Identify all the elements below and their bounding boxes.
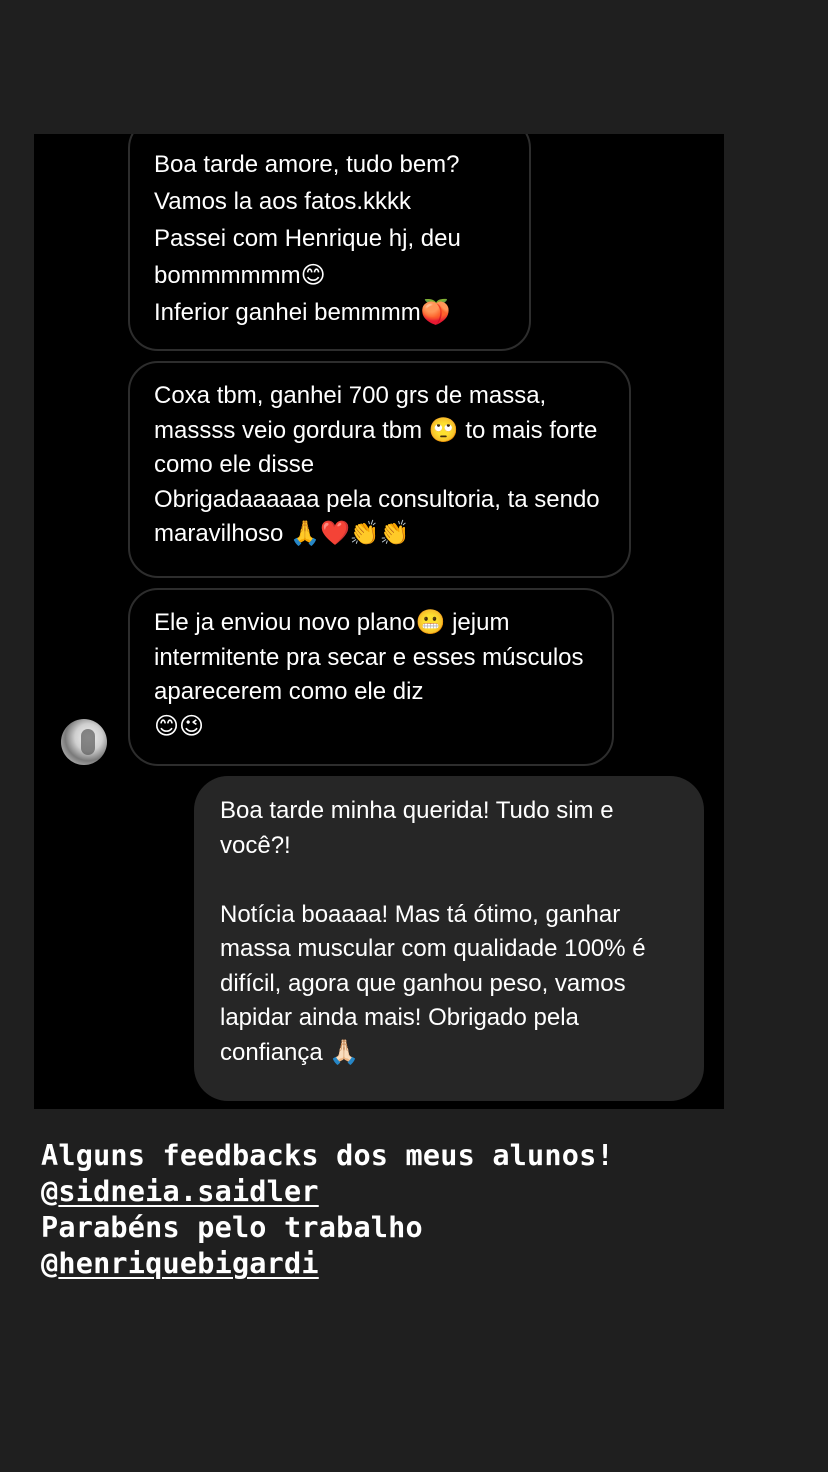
user-avatar[interactable] (61, 719, 107, 765)
incoming-message-bubble: Ele ja enviou novo plano😬 jejum intermit… (128, 588, 614, 766)
caption-mention-line: @henriquebigardi (41, 1246, 614, 1282)
at-sign: @ (41, 1247, 59, 1280)
mention-link-henrique[interactable]: henriquebigardi (58, 1247, 318, 1280)
at-sign: @ (41, 1175, 59, 1208)
caption-line: Parabéns pelo trabalho (41, 1211, 423, 1244)
incoming-message-bubble: Coxa tbm, ganhei 700 grs de massa, masss… (128, 361, 631, 578)
story-caption: Alguns feedbacks dos meus alunos! @sidne… (41, 1138, 614, 1282)
incoming-message-bubble: Boa tarde amore, tudo bem? Vamos la aos … (128, 134, 531, 351)
caption-line: Alguns feedbacks dos meus alunos! (41, 1139, 614, 1172)
mention-link-sidneia[interactable]: sidneia.saidler (58, 1175, 318, 1208)
caption-mention-line: @sidneia.saidler (41, 1174, 614, 1210)
chat-screenshot: Boa tarde amore, tudo bem? Vamos la aos … (34, 134, 724, 1109)
outgoing-message-bubble: Boa tarde minha querida! Tudo sim e você… (194, 776, 704, 1101)
